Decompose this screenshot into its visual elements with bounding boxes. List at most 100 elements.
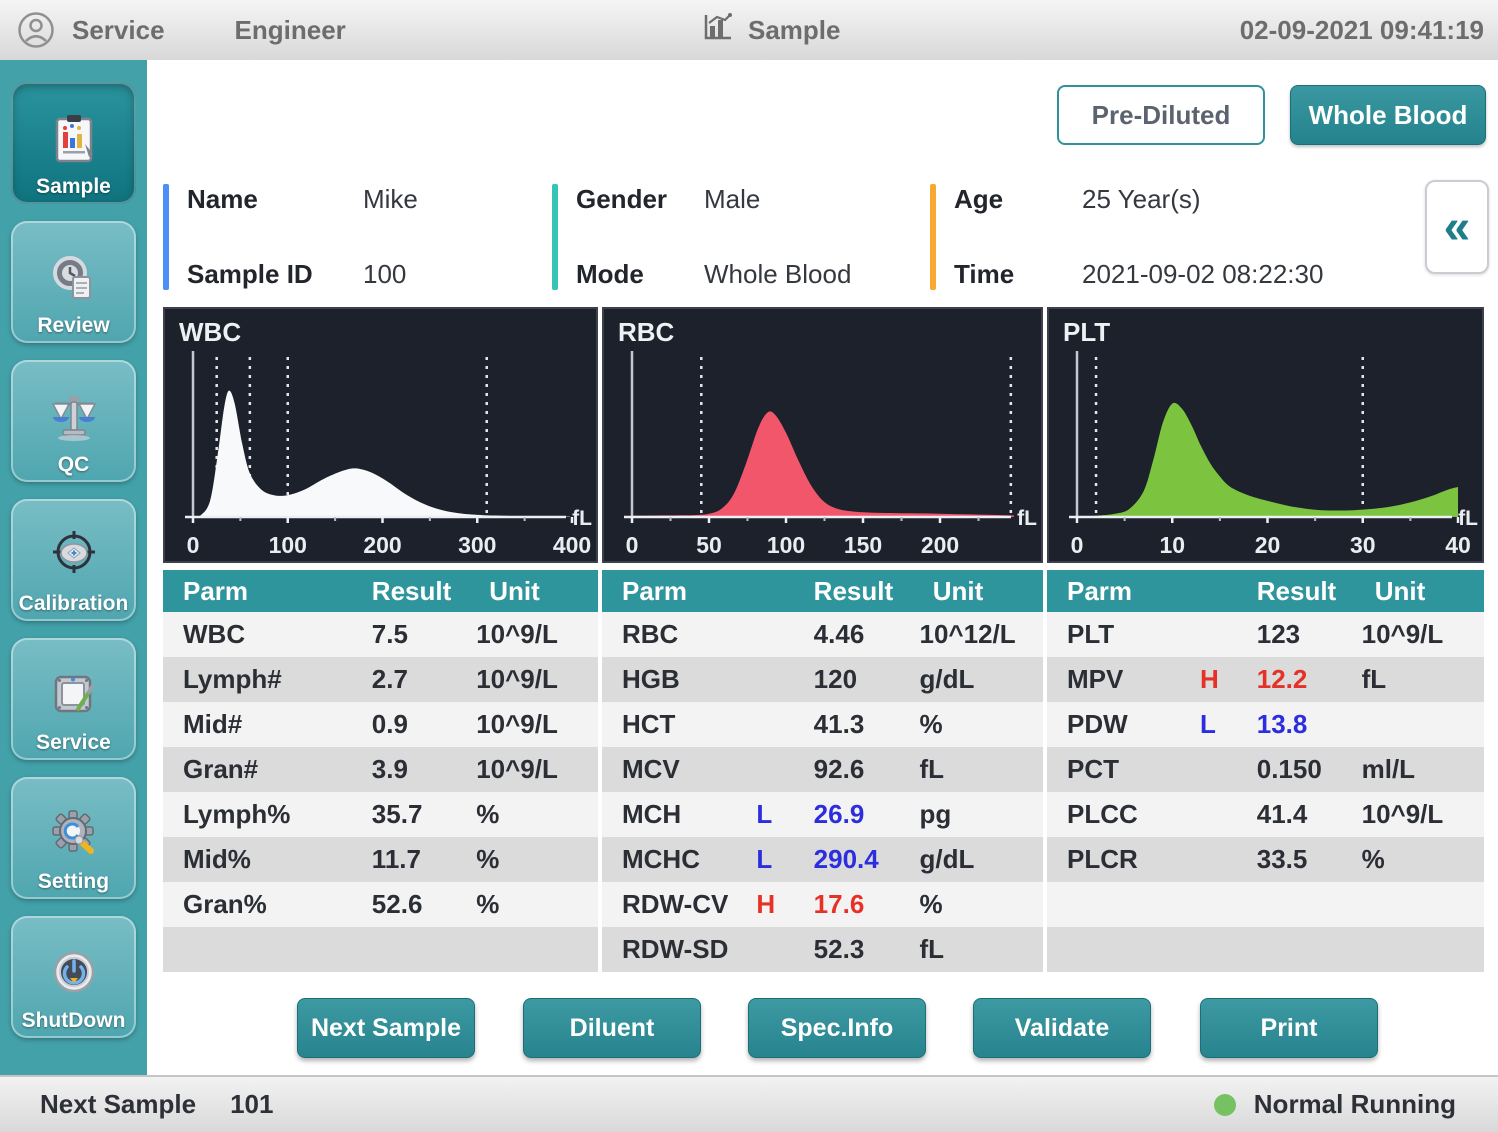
- svg-text:10: 10: [1159, 532, 1185, 558]
- table-row: [1047, 927, 1484, 972]
- sample-icon: [45, 110, 103, 175]
- qc-icon: [45, 388, 103, 453]
- unit-cell: fL: [920, 934, 1044, 965]
- parm-cell: MCV: [602, 754, 756, 785]
- result-cell: 17.6: [814, 889, 920, 920]
- parm-cell: RDW-CV: [602, 889, 756, 920]
- unit-cell: fL: [920, 754, 1044, 785]
- status-indicator-icon: [1214, 1094, 1236, 1116]
- svg-text:40: 40: [1445, 532, 1471, 558]
- whole-blood-button[interactable]: Whole Blood: [1290, 85, 1486, 145]
- table-row: PCT0.150ml/L: [1047, 747, 1484, 792]
- flag-cell: H: [1200, 664, 1257, 695]
- column-header: Result: [814, 576, 933, 607]
- svg-text:30: 30: [1350, 532, 1376, 558]
- result-cell: 11.7: [372, 844, 476, 875]
- unit-cell: %: [920, 709, 1044, 740]
- table-row: WBC7.510^9/L: [163, 612, 598, 657]
- table-row: MPVH12.2fL: [1047, 657, 1484, 702]
- unit-cell: 10^9/L: [1362, 799, 1484, 830]
- datetime: 02-09-2021 09:41:19: [1240, 15, 1484, 46]
- unit-cell: 10^9/L: [476, 619, 598, 650]
- unit-cell: %: [476, 844, 598, 875]
- column-header: Unit: [1375, 576, 1484, 607]
- rbc-results-table: ParmResultUnitRBC4.4610^12/LHGB120g/dLHC…: [602, 570, 1043, 972]
- review-icon: [45, 249, 103, 314]
- accent-bar: [163, 184, 169, 290]
- parm-cell: PLT: [1047, 619, 1200, 650]
- parm-cell: RBC: [602, 619, 756, 650]
- plt-histogram: PLT 010203040fL: [1047, 307, 1484, 563]
- flag-cell: H: [756, 889, 813, 920]
- result-cell: 26.9: [814, 799, 920, 830]
- sidebar-item-setting[interactable]: Setting: [11, 777, 136, 899]
- sidebar-item-service[interactable]: Service: [11, 638, 136, 760]
- column-header: Parm: [1047, 576, 1257, 607]
- spec-info-button[interactable]: Spec.Info: [748, 998, 926, 1058]
- sidebar-item-review[interactable]: Review: [11, 221, 136, 343]
- result-cell: 3.9: [372, 754, 476, 785]
- column-header: Unit: [489, 576, 598, 607]
- result-cell: 2.7: [372, 664, 476, 695]
- svg-text:200: 200: [363, 532, 401, 558]
- table-row: PDWL13.8: [1047, 702, 1484, 747]
- parm-cell: MPV: [1047, 664, 1200, 695]
- result-cell: 13.8: [1257, 709, 1362, 740]
- parm-cell: WBC: [163, 619, 315, 650]
- table-row: MCHCL290.4g/dL: [602, 837, 1043, 882]
- parm-cell: HGB: [602, 664, 756, 695]
- accent-bar: [552, 184, 558, 290]
- name-value: Mike: [363, 184, 418, 215]
- diluent-button[interactable]: Diluent: [523, 998, 701, 1058]
- parm-cell: Mid#: [163, 709, 315, 740]
- table-row: RBC4.4610^12/L: [602, 612, 1043, 657]
- collapse-panel-button[interactable]: «: [1425, 180, 1489, 274]
- sidebar-item-label: ShutDown: [22, 1009, 126, 1033]
- table-row: Mid#0.910^9/L: [163, 702, 598, 747]
- calibration-icon: [45, 527, 103, 592]
- table-row: Gran%52.6%: [163, 882, 598, 927]
- parm-cell: MCH: [602, 799, 756, 830]
- rbc-histogram-title: RBC: [618, 317, 674, 348]
- parm-cell: Lymph#: [163, 664, 315, 695]
- column-header: Parm: [163, 576, 372, 607]
- parm-cell: PLCC: [1047, 799, 1200, 830]
- name-label: Name: [187, 184, 363, 215]
- print-button[interactable]: Print: [1200, 998, 1378, 1058]
- unit-cell: g/dL: [920, 844, 1044, 875]
- result-cell: 52.3: [814, 934, 920, 965]
- result-cell: 35.7: [372, 799, 476, 830]
- user-role-label: Engineer: [235, 15, 346, 46]
- table-row: Lymph%35.7%: [163, 792, 598, 837]
- table-row: MCV92.6fL: [602, 747, 1043, 792]
- sidebar-item-calibration[interactable]: Calibration: [11, 499, 136, 621]
- sidebar-item-sample[interactable]: Sample: [11, 82, 136, 204]
- table-row: MCHL26.9pg: [602, 792, 1043, 837]
- svg-text:fL: fL: [1017, 507, 1037, 530]
- result-cell: 120: [814, 664, 920, 695]
- parm-cell: Mid%: [163, 844, 315, 875]
- parm-cell: PLCR: [1047, 844, 1200, 875]
- wbc-histogram: WBC 0100200300400fL: [163, 307, 598, 563]
- table-row: PLCC 41.410^9/L: [1047, 792, 1484, 837]
- sidebar-item-qc[interactable]: QC: [11, 360, 136, 482]
- table-row: PLCR33.5%: [1047, 837, 1484, 882]
- table-row: Mid% 11.7%: [163, 837, 598, 882]
- sample-chart-icon: [700, 10, 734, 51]
- unit-cell: ml/L: [1362, 754, 1484, 785]
- pre-diluted-button[interactable]: Pre-Diluted: [1057, 85, 1265, 145]
- unit-cell: 10^9/L: [476, 709, 598, 740]
- unit-cell: %: [1362, 844, 1484, 875]
- unit-cell: 10^9/L: [476, 754, 598, 785]
- next-sample-button[interactable]: Next Sample: [297, 998, 475, 1058]
- sidebar-item-shutdown[interactable]: ShutDown: [11, 916, 136, 1038]
- column-header: Result: [372, 576, 489, 607]
- validate-button[interactable]: Validate: [973, 998, 1151, 1058]
- plt-results-table: ParmResultUnitPLT12310^9/LMPVH12.2fLPDWL…: [1047, 570, 1484, 972]
- next-sample-value: 101: [230, 1089, 273, 1120]
- unit-cell: %: [476, 889, 598, 920]
- result-cell: 41.4: [1257, 799, 1362, 830]
- table-row: Gran#3.910^9/L: [163, 747, 598, 792]
- svg-text:300: 300: [458, 532, 496, 558]
- sidebar-item-label: QC: [58, 453, 90, 477]
